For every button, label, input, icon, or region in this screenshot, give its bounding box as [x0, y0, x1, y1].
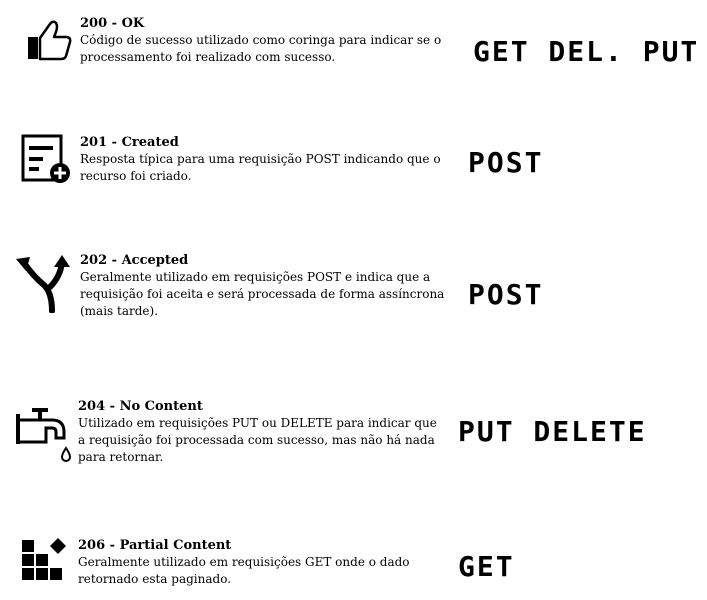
status-description: Utilizado em requisições PUT ou DELETE p… — [78, 416, 437, 464]
status-description: Resposta típica para uma requisição POST… — [80, 152, 441, 183]
status-description: Código de sucesso utilizado como coringa… — [80, 33, 442, 64]
status-item-204: 204 - No Content Utilizado em requisiçõe… — [0, 390, 707, 510]
split-arrows-icon — [16, 255, 70, 313]
status-code-title: 201 - Created — [80, 135, 179, 150]
blocks-icon — [22, 538, 66, 580]
faucet-icon — [16, 408, 72, 462]
status-code-title: 206 - Partial Content — [78, 538, 232, 553]
status-text: 204 - No Content Utilizado em requisiçõe… — [78, 398, 446, 466]
http-methods: POST — [468, 278, 544, 311]
status-item-202: 202 - Accepted Geralmente utilizado em r… — [0, 245, 707, 365]
status-description: Geralmente utilizado em requisições GET … — [78, 555, 410, 586]
status-code-title: 204 - No Content — [78, 399, 203, 414]
status-text: 201 - Created Resposta típica para uma r… — [80, 134, 445, 185]
status-text: 200 - OK Código de sucesso utilizado com… — [80, 15, 445, 66]
status-item-200: 200 - OK Código de sucesso utilizado com… — [0, 0, 707, 100]
new-document-icon — [21, 134, 70, 183]
status-item-201: 201 - Created Resposta típica para uma r… — [0, 125, 707, 225]
http-methods: GET — [458, 550, 515, 583]
status-description: Geralmente utilizado em requisições POST… — [80, 270, 445, 318]
status-code-title: 202 - Accepted — [80, 253, 189, 268]
status-text: 202 - Accepted Geralmente utilizado em r… — [80, 252, 445, 320]
thumbs-up-icon — [28, 20, 72, 61]
status-code-title: 200 - OK — [80, 16, 145, 31]
status-text: 206 - Partial Content Geralmente utiliza… — [78, 537, 446, 588]
http-methods: POST — [468, 146, 544, 179]
http-methods: GET DEL. PUT — [473, 35, 700, 68]
status-item-206: 206 - Partial Content Geralmente utiliza… — [0, 530, 707, 600]
http-methods: PUT DELETE — [458, 415, 647, 448]
